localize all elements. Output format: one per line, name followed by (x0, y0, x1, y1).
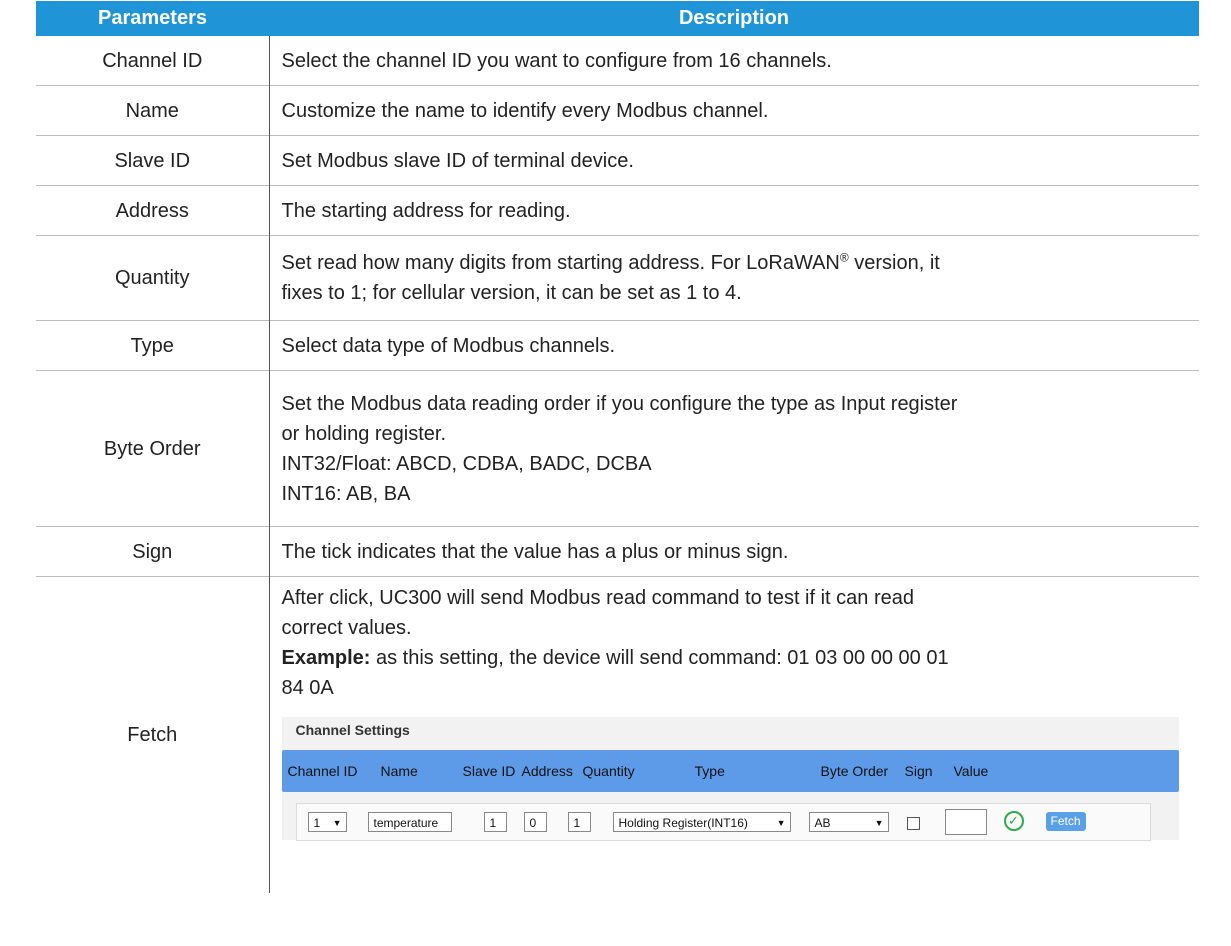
example-text: as this setting, the device will send co… (370, 647, 949, 669)
col-quantity: Quantity (582, 763, 635, 779)
param-name: Channel ID (36, 36, 270, 86)
byte-order-select[interactable]: AB ▼ (808, 812, 889, 832)
param-description: After click, UC300 will send Modbus read… (269, 576, 1199, 893)
param-name: Type (36, 320, 270, 371)
param-description: Set the Modbus data reading order if you… (269, 370, 1199, 527)
col-address: Address (521, 763, 573, 779)
parameters-table: Parameters Description Channel ID Select… (36, 1, 1199, 893)
table-row: Fetch After click, UC300 will send Modbu… (36, 576, 1199, 893)
param-name: Byte Order (36, 370, 270, 527)
chevron-down-icon: ▼ (874, 818, 884, 828)
quantity-input[interactable]: 1 (567, 812, 591, 832)
table-row: Slave ID Set Modbus slave ID of terminal… (36, 135, 1199, 186)
fetch-button[interactable]: Fetch (1045, 812, 1086, 831)
channel-id-select[interactable]: 1 ▼ (307, 812, 347, 832)
param-description: The tick indicates that the value has a … (269, 526, 1199, 577)
param-name: Name (36, 85, 270, 136)
desc-text: Set read how many digits from starting a… (281, 252, 840, 274)
channel-settings-header: Channel ID Name Slave ID Address Quantit… (281, 750, 1179, 792)
example-line: Example: as this setting, the device wil… (282, 643, 1190, 673)
desc-line: Set read how many digits from starting a… (282, 248, 1190, 278)
channel-settings-title: Channel Settings (295, 722, 410, 738)
chevron-down-icon: ▼ (776, 818, 786, 828)
desc-line: correct values. (281, 617, 412, 639)
param-name: Fetch (36, 576, 270, 893)
header-description: Description (269, 1, 1199, 36)
table-row: Byte Order Set the Modbus data reading o… (36, 370, 1199, 527)
channel-settings-screenshot: Channel Settings Channel ID Name Slave I… (281, 717, 1179, 841)
col-value: Value (953, 763, 989, 779)
param-name: Slave ID (36, 135, 270, 186)
table-row: Sign The tick indicates that the value h… (36, 526, 1199, 577)
param-description: The starting address for reading. (269, 185, 1199, 236)
header-parameters: Parameters (36, 1, 269, 36)
desc-line: Set the Modbus data reading order if you… (281, 392, 958, 415)
desc-text: version, it (848, 252, 940, 274)
col-slave-id: Slave ID (462, 763, 516, 779)
check-circle-icon: ✓ (1003, 811, 1024, 831)
name-input[interactable]: temperature (367, 812, 452, 832)
col-type: Type (694, 763, 725, 779)
chevron-down-icon: ▼ (332, 818, 342, 828)
desc-line: INT32/Float: ABCD, CDBA, BADC, DCBA (281, 452, 652, 475)
param-name: Quantity (36, 235, 270, 321)
param-name: Address (36, 185, 270, 236)
channel-settings-row: 1 ▼ temperature 1 0 1 Holding Register(IN… (295, 803, 1151, 841)
registered-mark: ® (839, 250, 849, 265)
byte-order-value: AB (814, 816, 831, 830)
param-description: Set read how many digits from starting a… (269, 235, 1199, 321)
type-select[interactable]: Holding Register(INT16) ▼ (612, 812, 791, 832)
desc-line: INT16: AB, BA (281, 482, 411, 505)
table-row: Quantity Set read how many digits from s… (36, 235, 1199, 321)
desc-line: or holding register. (281, 422, 447, 445)
param-description: Select the channel ID you want to config… (281, 49, 832, 72)
param-description: Customize the name to identify every Mod… (269, 85, 1199, 136)
channel-id-value: 1 (313, 816, 321, 830)
col-name: Name (380, 763, 418, 779)
example-label: Example: (281, 647, 371, 669)
param-description: Select data type of Modbus channels. (269, 320, 1199, 371)
table-row: Name Customize the name to identify ever… (36, 85, 1199, 136)
param-description: Set Modbus slave ID of terminal device. (269, 135, 1199, 186)
type-value: Holding Register(INT16) (618, 816, 748, 830)
slave-id-input[interactable]: 1 (483, 812, 507, 832)
col-byte-order: Byte Order (820, 763, 889, 779)
desc-line: fixes to 1; for cellular version, it can… (281, 282, 742, 304)
param-name: Sign (36, 526, 270, 577)
desc-line: After click, UC300 will send Modbus read… (281, 587, 915, 609)
table-row: Channel ID Select the channel ID you wan… (36, 36, 1199, 86)
table-row: Type Select data type of Modbus channels… (36, 320, 1199, 371)
col-sign: Sign (904, 763, 933, 779)
col-channel-id: Channel ID (287, 763, 358, 779)
value-input[interactable] (944, 809, 987, 835)
table-header-row: Parameters Description (36, 1, 1199, 36)
address-input[interactable]: 0 (523, 812, 547, 832)
sign-checkbox[interactable] (906, 817, 920, 830)
example-line: 84 0A (281, 677, 334, 699)
table-row: Address The starting address for reading… (36, 185, 1199, 236)
